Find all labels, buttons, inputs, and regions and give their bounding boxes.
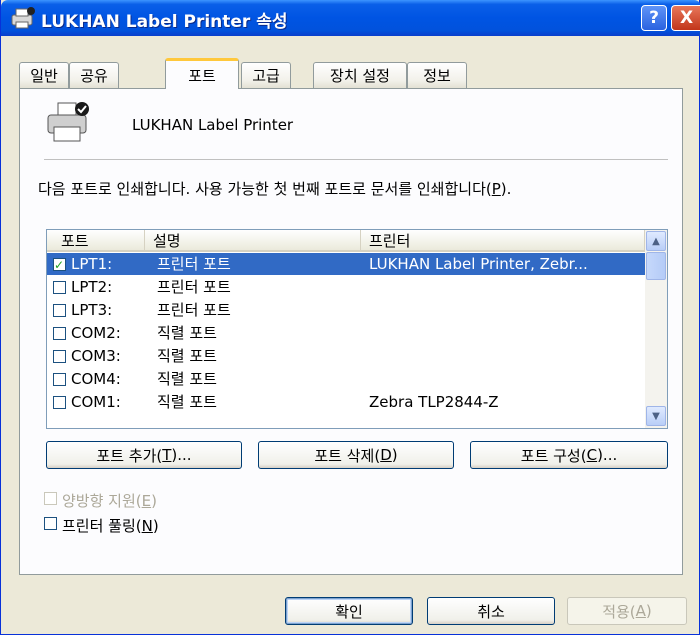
port-row-lpt2[interactable]: LPT2: 프린터 포트: [47, 276, 645, 298]
port-name: LPT3:: [71, 301, 113, 319]
port-list-scrollbar[interactable]: ▲ ▼: [645, 230, 667, 428]
port-desc: 직렬 포트: [157, 393, 217, 411]
port-checkbox[interactable]: [53, 327, 66, 340]
port-checkbox[interactable]: [53, 254, 66, 276]
port-name: COM4:: [71, 370, 121, 388]
help-button[interactable]: ?: [641, 5, 667, 31]
tab-info[interactable]: 정보: [407, 62, 467, 88]
port-row-com3[interactable]: COM3: 직렬 포트: [47, 345, 645, 367]
port-printer: LUKHAN Label Printer, Zebr...: [369, 255, 588, 273]
delete-port-button[interactable]: 포트 삭제(D): [258, 441, 454, 469]
window-title: LUKHAN Label Printer 속성: [41, 12, 288, 32]
tab-label: 공유: [80, 67, 108, 85]
button-text: 포트 삭제(: [314, 446, 381, 465]
scroll-up-icon[interactable]: ▲: [646, 231, 666, 251]
button-mnemonic: D: [380, 446, 392, 464]
port-row-com1[interactable]: COM1: 직렬 포트 Zebra TLP2844-Z: [47, 391, 645, 413]
button-text: 포트 추가(: [96, 446, 163, 465]
description-text: 다음 포트로 인쇄합니다. 사용 가능한 첫 번째 포트로 문서를 인쇄합니다(: [38, 180, 492, 198]
port-checkbox[interactable]: [53, 304, 66, 317]
label-mnemonic: E: [141, 492, 152, 510]
printer-title-icon: [11, 7, 35, 29]
checkbox-box[interactable]: [44, 517, 57, 530]
port-desc: 프린터 포트: [157, 255, 231, 273]
tab-label: 포트: [188, 66, 216, 85]
port-desc: 직렬 포트: [157, 324, 217, 342]
button-suffix: ): [645, 602, 652, 620]
tab-label: 장치 설정: [330, 67, 390, 85]
checkbox-label: 프린터 풀링(N): [62, 515, 159, 536]
bidirectional-support-checkbox[interactable]: 양방향 지원(E): [44, 490, 244, 511]
label-suffix: ): [152, 517, 159, 535]
column-printer[interactable]: 프린터: [361, 230, 645, 252]
help-icon: ?: [649, 8, 659, 28]
column-port[interactable]: 포트: [47, 230, 145, 252]
printer-name: LUKHAN Label Printer: [132, 116, 294, 134]
port-desc: 프린터 포트: [157, 278, 231, 296]
button-text: 적용(: [602, 602, 636, 621]
label-text: 프린터 풀링(: [62, 517, 142, 535]
close-button[interactable]: X: [671, 5, 700, 31]
button-text: 포트 구성(: [520, 446, 587, 465]
tab-label: 정보: [423, 67, 451, 85]
printer-icon: [47, 102, 89, 142]
properties-dialog: LUKHAN Label Printer 속성 ? X 일반 공유 포트 고급 …: [0, 0, 700, 635]
port-name: LPT1:: [71, 255, 113, 273]
port-printer: Zebra TLP2844-Z: [369, 393, 499, 411]
printer-pooling-checkbox[interactable]: 프린터 풀링(N): [44, 515, 244, 536]
column-description[interactable]: 설명: [145, 230, 361, 252]
port-checkbox[interactable]: [53, 350, 66, 363]
add-port-button[interactable]: 포트 추가(T)...: [46, 441, 242, 469]
port-name: COM2:: [71, 324, 121, 342]
tab-general[interactable]: 일반: [19, 62, 69, 88]
button-mnemonic: A: [635, 602, 646, 620]
port-row-lpt1[interactable]: LPT1: 프린터 포트 LUKHAN Label Printer, Zebr.…: [47, 253, 645, 276]
tab-sharing[interactable]: 공유: [69, 62, 119, 88]
tab-ports[interactable]: 포트: [165, 58, 239, 89]
description-mnemonic: P: [491, 180, 501, 198]
tab-label: 고급: [252, 67, 280, 85]
tab-device-settings[interactable]: 장치 설정: [313, 62, 407, 88]
port-list[interactable]: 포트 설명 프린터 LPT1: 프린터 포트 LUKHAN Label Prin…: [46, 229, 668, 429]
port-checkbox[interactable]: [53, 373, 66, 386]
label-suffix: ): [151, 492, 157, 510]
title-bar[interactable]: LUKHAN Label Printer 속성 ? X: [1, 0, 700, 36]
ports-tab-panel: LUKHAN Label Printer 다음 포트로 인쇄합니다. 사용 가능…: [19, 88, 683, 575]
port-name: COM1:: [71, 393, 121, 411]
cancel-button[interactable]: 취소: [427, 597, 555, 625]
button-text: 확인: [335, 602, 363, 621]
tab-advanced[interactable]: 고급: [241, 62, 291, 88]
scroll-down-icon[interactable]: ▼: [646, 406, 666, 426]
button-suffix: ): [391, 446, 398, 464]
port-name: COM3:: [71, 347, 121, 365]
port-list-header: 포트 설명 프린터: [47, 230, 645, 252]
separator: [44, 159, 668, 160]
port-row-com2[interactable]: COM2: 직렬 포트: [47, 322, 645, 344]
port-desc: 직렬 포트: [157, 370, 217, 388]
ok-button[interactable]: 확인: [285, 597, 413, 625]
port-row-lpt3[interactable]: LPT3: 프린터 포트: [47, 299, 645, 321]
port-checkbox[interactable]: [53, 281, 66, 294]
configure-port-button[interactable]: 포트 구성(C)...: [470, 441, 668, 469]
apply-button[interactable]: 적용(A): [567, 597, 687, 625]
port-name: LPT2:: [71, 278, 113, 296]
scroll-thumb[interactable]: [646, 252, 666, 280]
checkbox-label: 양방향 지원(E): [62, 490, 157, 511]
button-text: 취소: [477, 602, 505, 621]
close-icon: X: [679, 8, 694, 28]
port-checkbox[interactable]: [53, 396, 66, 409]
port-description: 다음 포트로 인쇄합니다. 사용 가능한 첫 번째 포트로 문서를 인쇄합니다(…: [38, 178, 511, 199]
tab-label: 일반: [30, 67, 58, 85]
button-mnemonic: T: [162, 446, 172, 464]
port-desc: 직렬 포트: [157, 347, 217, 365]
port-desc: 프린터 포트: [157, 301, 231, 319]
button-suffix: )...: [597, 446, 618, 464]
port-row-com4[interactable]: COM4: 직렬 포트: [47, 368, 645, 390]
checkbox-box[interactable]: [44, 492, 57, 505]
label-text: 양방향 지원(: [62, 492, 142, 510]
button-mnemonic: C: [586, 446, 598, 464]
button-suffix: )...: [171, 446, 192, 464]
label-mnemonic: N: [141, 517, 153, 535]
description-suffix: ).: [500, 180, 512, 198]
